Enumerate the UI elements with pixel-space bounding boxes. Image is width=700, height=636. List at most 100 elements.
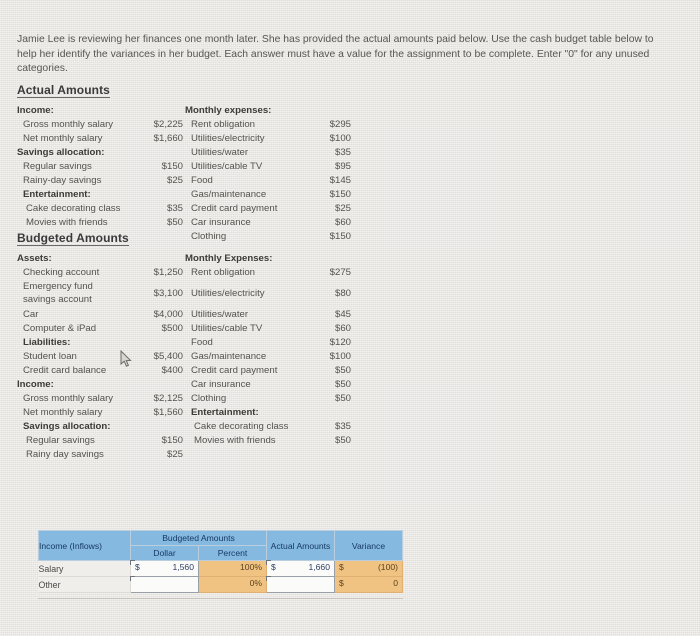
amount: $60	[334, 217, 351, 228]
label: Credit card balance	[23, 365, 107, 376]
amount: $1,560	[153, 407, 183, 418]
amount: $50	[334, 379, 351, 390]
budgeted-savings-header: Savings allocation:	[23, 421, 111, 432]
actual-row-gas-maintenance: Gas/maintenance $150	[185, 188, 353, 202]
amount: $2,225	[153, 119, 183, 130]
label: Net monthly salary	[23, 407, 103, 418]
actual-entertainment-header: Entertainment:	[23, 189, 91, 200]
budgeted-row-car: Car $4,000	[17, 308, 185, 322]
label: Gross monthly salary	[23, 119, 114, 130]
salary-budget-percent-cell: 100%	[198, 560, 267, 577]
amount: $95	[334, 161, 351, 172]
amount: $1,250	[153, 267, 183, 278]
row-label-salary: Salary	[38, 560, 131, 577]
budgeted-amounts-section: Budgeted Amounts Assets: Checking accoun…	[17, 229, 353, 462]
budgeted-row-emergency-fund: Emergency fund savings account $3,100	[17, 280, 185, 308]
budgeted-expenses-column: Monthly Expenses: Rent obligation $275 U…	[185, 252, 353, 462]
mouse-cursor-icon	[120, 349, 133, 368]
actual-row-car-insurance: Car insurance $60	[185, 216, 353, 230]
amount: $500	[161, 323, 183, 334]
budgeted-row-food: Food $120	[185, 336, 353, 350]
amount: $35	[334, 147, 351, 158]
label: Car insurance	[191, 217, 251, 228]
budgeted-row-cake-class: Cake decorating class $35	[185, 420, 353, 434]
other-budget-dollar-input[interactable]	[130, 576, 199, 593]
label: Movies with friends	[194, 435, 276, 446]
label: Rent obligation	[191, 267, 256, 278]
label: Utilities/water	[191, 147, 249, 158]
table-header-row-1: Income (Inflows) Budgeted Amounts Actual…	[38, 530, 403, 561]
budgeted-row-water: Utilities/water $45	[185, 308, 353, 322]
actual-row-cable-tv: Utilities/cable TV $95	[185, 160, 353, 174]
amount: $25	[166, 449, 183, 460]
amount: $50	[166, 217, 183, 228]
amount: $150	[161, 435, 183, 446]
label: Car insurance	[191, 379, 251, 390]
amount: $80	[334, 288, 351, 299]
actual-row-rent: Rent obligation $295	[185, 118, 353, 132]
actual-row-electricity: Utilities/electricity $100	[185, 132, 353, 146]
amount: $150	[161, 161, 183, 172]
budgeted-assets-header: Assets:	[17, 253, 52, 264]
budgeted-amounts-title: Budgeted Amounts	[17, 231, 129, 246]
budgeted-entertainment-header: Entertainment:	[191, 407, 259, 418]
salary-budget-dollar-input[interactable]: $ 1,560	[130, 560, 199, 577]
budgeted-amounts-columns: Assets: Checking account $1,250 Emergenc…	[17, 252, 353, 462]
header-percent: Percent	[198, 545, 267, 561]
budgeted-row-computer-ipad: Computer & iPad $500	[17, 322, 185, 336]
actual-income-column: Income: Gross monthly salary $2,225 Net …	[17, 104, 185, 244]
label: Car	[23, 309, 39, 320]
budgeted-row-student-loan: Student loan $5,400	[17, 350, 185, 364]
currency-symbol: $	[339, 562, 344, 572]
header-budgeted-amounts: Budgeted Amounts	[130, 530, 267, 546]
header-dollar: Dollar	[130, 545, 199, 561]
amount: $145	[329, 175, 351, 186]
label: Credit card payment	[191, 365, 278, 376]
amount: $60	[334, 323, 351, 334]
budgeted-row-rainy-day-savings: Rainy day savings $25	[17, 448, 185, 462]
amount: $35	[166, 203, 183, 214]
budgeted-row-rent: Rent obligation $275	[185, 266, 353, 280]
salary-variance-cell: $ (100)	[334, 560, 403, 577]
budgeted-row-electricity: Utilities/electricity $80	[185, 280, 353, 308]
actual-row-net-salary: Net monthly salary $1,660	[17, 132, 185, 146]
salary-actual-amount-input[interactable]: $ 1,660	[266, 560, 335, 577]
header-variance: Variance	[334, 530, 403, 561]
amount: $45	[334, 309, 351, 320]
label: Rainy day savings	[26, 449, 104, 460]
actual-row-cake-class: Cake decorating class $35	[17, 202, 185, 216]
label: Utilities/cable TV	[191, 323, 263, 334]
label: Utilities/electricity	[191, 288, 265, 299]
actual-expenses-column: Monthly expenses: Rent obligation $295 U…	[185, 104, 353, 244]
amount: $35	[334, 421, 351, 432]
actual-row-credit-card-payment: Credit card payment $25	[185, 202, 353, 216]
amount: $2,125	[153, 393, 183, 404]
amount: $400	[161, 365, 183, 376]
value: 1,660	[308, 562, 330, 572]
label: Movies with friends	[26, 217, 108, 228]
value: 0	[393, 578, 398, 588]
amount: $5,400	[153, 351, 183, 362]
budgeted-row-credit-card-payment: Credit card payment $50	[185, 364, 353, 378]
value: 1,560	[172, 562, 194, 572]
actual-amounts-columns: Income: Gross monthly salary $2,225 Net …	[17, 104, 353, 244]
value: (100)	[377, 562, 398, 572]
label: Gas/maintenance	[191, 189, 267, 200]
budgeted-row-gross-salary: Gross monthly salary $2,125	[17, 392, 185, 406]
amount: $25	[166, 175, 183, 186]
budgeted-row-movies: Movies with friends $50	[185, 434, 353, 448]
label: Utilities/water	[191, 309, 249, 320]
amount: $50	[334, 435, 351, 446]
label: Computer & iPad	[23, 323, 97, 334]
amount: $3,100	[153, 288, 183, 299]
label: Utilities/cable TV	[191, 161, 263, 172]
actual-income-header: Income:	[17, 105, 54, 116]
label: Checking account	[23, 267, 100, 278]
question-prompt: Jamie Lee is reviewing her finances one …	[17, 34, 654, 75]
budgeted-row-checking-account: Checking account $1,250	[17, 266, 185, 280]
actual-amounts-title: Actual Amounts	[17, 83, 110, 98]
other-actual-amount-input[interactable]	[266, 576, 335, 593]
label: Regular savings	[26, 435, 95, 446]
label: Utilities/electricity	[191, 133, 265, 144]
amount: $100	[329, 351, 351, 362]
